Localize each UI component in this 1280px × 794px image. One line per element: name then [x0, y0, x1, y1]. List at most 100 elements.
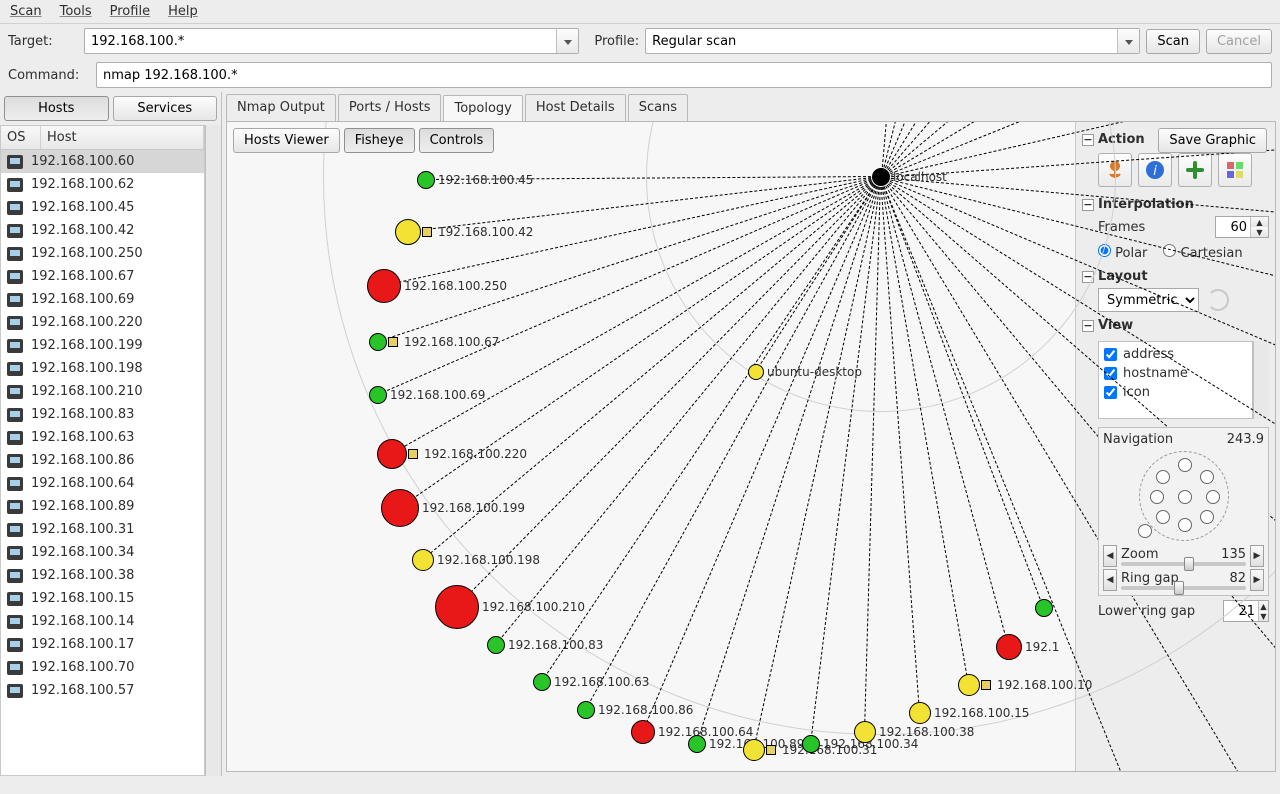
host-row[interactable]: 192.168.100.15 — [1, 587, 204, 610]
menu-profile[interactable]: Profile — [110, 4, 150, 19]
host-row[interactable]: 192.168.100.250 — [1, 242, 204, 265]
os-icon — [7, 247, 23, 261]
host-row[interactable]: 192.168.100.31 — [1, 518, 204, 541]
tab-topology[interactable]: Topology — [443, 95, 522, 122]
host-ip: 192.168.100.34 — [31, 545, 134, 560]
profile-input[interactable] — [646, 29, 1117, 53]
tab-scans[interactable]: Scans — [628, 94, 688, 121]
menu-help[interactable]: Help — [168, 4, 198, 19]
center-node[interactable]: localhost — [872, 168, 890, 186]
host-row[interactable]: 192.168.100.89 — [1, 495, 204, 518]
hosts-toggle-button[interactable]: Hosts — [4, 96, 109, 121]
host-row[interactable]: 192.168.100.42 — [1, 219, 204, 242]
topology-node[interactable]: 192.168.100.45 — [417, 171, 435, 189]
scan-button[interactable]: Scan — [1146, 29, 1200, 54]
host-row[interactable]: 192.168.100.60 — [1, 150, 204, 173]
profile-combo[interactable] — [645, 28, 1140, 54]
topology-node[interactable]: 192.168.100.10 — [958, 674, 980, 696]
host-row[interactable]: 192.168.100.67 — [1, 265, 204, 288]
host-row[interactable]: 192.168.100.210 — [1, 380, 204, 403]
ring-slider[interactable] — [1121, 586, 1246, 590]
menu-scan[interactable]: Scan — [10, 4, 42, 19]
host-row[interactable]: 192.168.100.63 — [1, 426, 204, 449]
tab-host-details[interactable]: Host Details — [525, 94, 626, 121]
topology-canvas[interactable]: localhostubuntu-desktop192.168.100.45192… — [227, 122, 1075, 771]
topology-node[interactable]: 192.168.100.86 — [577, 701, 595, 719]
services-toggle-button[interactable]: Services — [113, 96, 218, 121]
host-row[interactable]: 192.168.100.62 — [1, 173, 204, 196]
host-row[interactable]: 192.168.100.83 — [1, 403, 204, 426]
os-icon — [7, 523, 23, 537]
host-row[interactable]: 192.168.100.14 — [1, 610, 204, 633]
topology-node[interactable]: 192.168.100.63 — [533, 673, 551, 691]
host-ip: 192.168.100.15 — [31, 591, 134, 606]
host-row[interactable]: 192.168.100.220 — [1, 311, 204, 334]
topology-node[interactable]: 192.168.100.83 — [487, 636, 505, 654]
nav-value: 243.9 — [1227, 432, 1264, 447]
nav-compass[interactable] — [1139, 451, 1229, 541]
topology-node[interactable]: 192.168.100.67 — [369, 333, 387, 351]
host-ip: 192.168.100.250 — [31, 246, 143, 261]
host-row[interactable]: 192.168.100.199 — [1, 334, 204, 357]
save-graphic-button[interactable]: Save Graphic — [1158, 128, 1267, 153]
zoom-right-icon[interactable]: ▶ — [1250, 545, 1264, 567]
topology-node[interactable]: 192.168.100.64 — [631, 720, 655, 744]
zoom-slider[interactable] — [1121, 562, 1246, 566]
topology-node[interactable]: 192.168.100.250 — [367, 269, 401, 303]
target-dropdown-icon[interactable] — [556, 29, 578, 53]
node-label: 192.168.100.45 — [438, 173, 533, 187]
node-label: 192.168.100.38 — [879, 725, 974, 739]
topology-node[interactable]: 192.168.100.38 — [854, 721, 876, 743]
zoom-left-icon[interactable]: ◀ — [1103, 545, 1117, 567]
host-list[interactable]: 192.168.100.60192.168.100.62192.168.100.… — [0, 150, 205, 776]
tab-ports-hosts[interactable]: Ports / Hosts — [338, 94, 442, 121]
host-row[interactable]: 192.168.100.17 — [1, 633, 204, 656]
os-icon — [7, 684, 23, 698]
target-input[interactable] — [85, 29, 556, 53]
node-label: 192.168.100.69 — [390, 388, 485, 402]
os-icon — [7, 201, 23, 215]
host-ip: 192.168.100.199 — [31, 338, 143, 353]
controls-button[interactable]: Controls — [419, 128, 495, 153]
topology-node[interactable]: ubuntu-desktop — [748, 364, 764, 380]
col-host[interactable]: Host — [41, 126, 204, 149]
tab-nmap-output[interactable]: Nmap Output — [226, 94, 336, 121]
menu-tools[interactable]: Tools — [60, 4, 92, 19]
host-row[interactable]: 192.168.100.86 — [1, 449, 204, 472]
host-row[interactable]: 192.168.100.64 — [1, 472, 204, 495]
target-label: Target: — [8, 34, 78, 49]
host-ip: 192.168.100.198 — [31, 361, 143, 376]
topology-node[interactable]: 192.168.100.210 — [435, 585, 479, 629]
col-os[interactable]: OS — [1, 126, 41, 149]
ring-right-icon[interactable]: ▶ — [1250, 569, 1264, 591]
os-icon — [7, 477, 23, 491]
topology-node[interactable]: 192.168.100.69 — [369, 386, 387, 404]
topology-node[interactable] — [1035, 599, 1053, 617]
host-row[interactable]: 192.168.100.34 — [1, 541, 204, 564]
target-combo[interactable] — [84, 28, 579, 54]
topology-node[interactable]: 192.168.100.198 — [412, 549, 434, 571]
topology-node[interactable]: 192.168.100.42 — [395, 219, 421, 245]
host-row[interactable]: 192.168.100.69 — [1, 288, 204, 311]
topology-node[interactable]: 192.168.100.34 — [802, 735, 820, 753]
command-label: Command: — [8, 68, 90, 83]
topology-node[interactable]: 192.168.100.89 — [688, 735, 706, 753]
zoom-label: Zoom — [1121, 547, 1158, 562]
profile-dropdown-icon[interactable] — [1117, 29, 1139, 53]
topology-node[interactable]: 192.168.100.15 — [909, 702, 931, 724]
host-row[interactable]: 192.168.100.57 — [1, 679, 204, 702]
host-row[interactable]: 192.168.100.198 — [1, 357, 204, 380]
host-row[interactable]: 192.168.100.70 — [1, 656, 204, 679]
hosts-viewer-button[interactable]: Hosts Viewer — [233, 128, 340, 153]
host-row[interactable]: 192.168.100.45 — [1, 196, 204, 219]
topology-node[interactable]: 192.168.100.220 — [377, 439, 407, 469]
host-row[interactable]: 192.168.100.38 — [1, 564, 204, 587]
topology-node[interactable]: 192.168.100.31 — [743, 739, 765, 761]
command-input[interactable] — [96, 62, 1272, 88]
ring-left-icon[interactable]: ◀ — [1103, 569, 1117, 591]
topology-node[interactable]: 192.168.100.199 — [381, 489, 419, 527]
topology-node[interactable]: 192.1 — [996, 634, 1022, 660]
fisheye-button[interactable]: Fisheye — [344, 128, 415, 153]
sidebar-scrollbar[interactable] — [205, 125, 221, 776]
os-icon — [7, 270, 23, 284]
